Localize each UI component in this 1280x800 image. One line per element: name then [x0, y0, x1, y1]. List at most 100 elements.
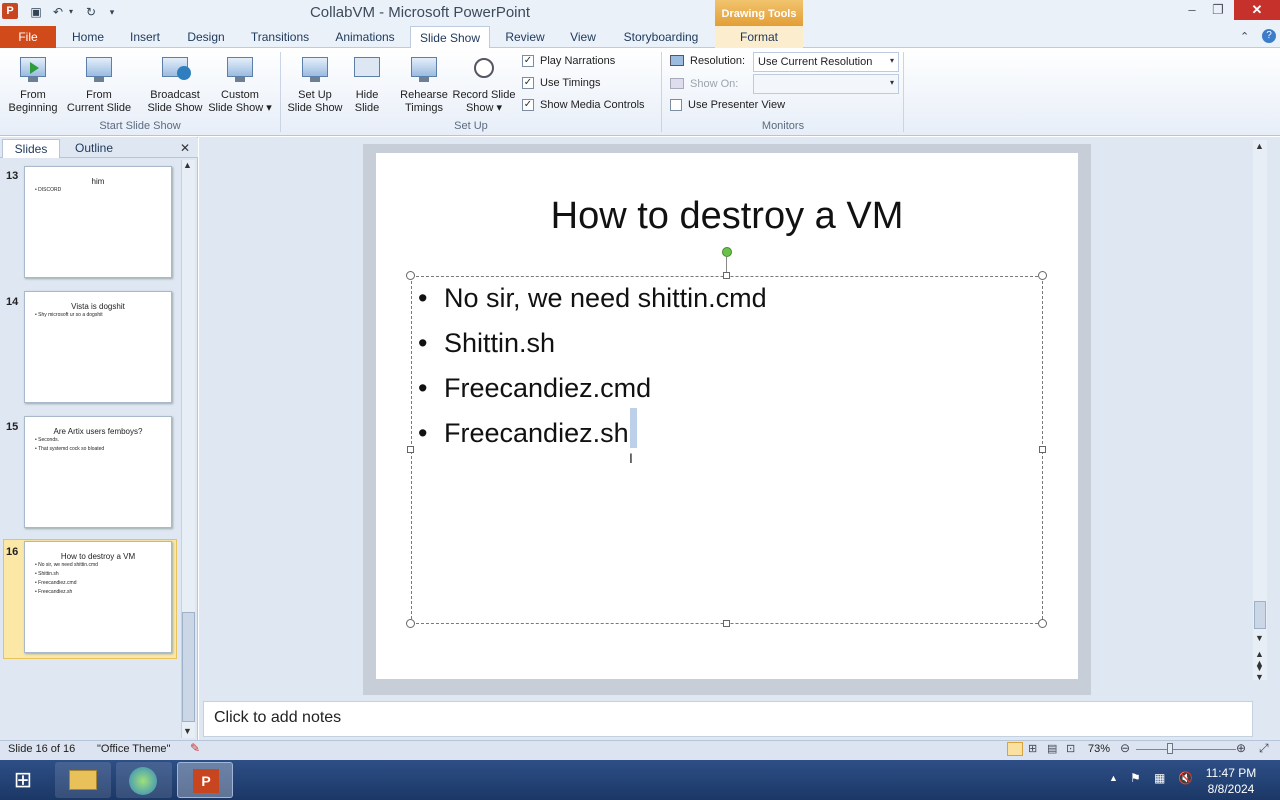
bullet-item[interactable]: • Freecandiez.sh: [418, 418, 629, 449]
slide-thumbnail-13[interactable]: him • DISCORD: [24, 166, 172, 278]
slide-thumbnail-15[interactable]: Are Artix users femboys? • Seconds. • Th…: [24, 416, 172, 528]
tab-insert[interactable]: Insert: [120, 26, 170, 48]
use-timings-checkbox[interactable]: ✓ Use Timings: [522, 77, 601, 90]
system-clock[interactable]: 11:47 PM 8/8/2024: [1196, 765, 1266, 797]
zoom-level[interactable]: 73%: [1088, 743, 1110, 755]
from-current-slide-button[interactable]: From Current Slide: [64, 52, 134, 115]
show-on-icon: [670, 78, 684, 89]
rehearse-icon: [408, 52, 440, 84]
scroll-down-icon[interactable]: ▼: [1255, 633, 1264, 643]
resolution-icon: [670, 55, 684, 66]
folder-icon: [69, 770, 97, 790]
resize-handle-bottom[interactable]: [723, 620, 730, 627]
resolution-dropdown[interactable]: Use Current Resolution ▾: [753, 52, 899, 72]
powerpoint-icon: P: [193, 769, 219, 793]
close-icon[interactable]: ✕: [1234, 0, 1280, 20]
scroll-up-icon[interactable]: ▲: [183, 160, 192, 170]
tab-slides[interactable]: Slides: [2, 139, 60, 158]
show-hidden-icons[interactable]: ▲: [1109, 773, 1118, 783]
slideshow-current-icon: [83, 52, 115, 84]
resize-handle-bottom-right[interactable]: [1038, 619, 1047, 628]
group-separator: [903, 52, 904, 132]
reading-view-icon[interactable]: ▤: [1047, 742, 1057, 755]
set-up-slide-show-button[interactable]: Set Up Slide Show: [284, 52, 346, 115]
zoom-slider-thumb[interactable]: [1167, 743, 1173, 754]
bullet-item[interactable]: • Freecandiez.cmd: [418, 373, 651, 404]
action-center-flag-icon[interactable]: ⚑: [1130, 771, 1141, 785]
setup-show-icon: [299, 52, 331, 84]
taskbar-explorer[interactable]: [55, 762, 111, 798]
restore-icon[interactable]: ❐: [1202, 0, 1234, 20]
resize-handle-top[interactable]: [723, 272, 730, 279]
custom-show-icon: [224, 52, 256, 84]
next-slide-icon[interactable]: ▼ ▼: [1255, 664, 1264, 682]
help-icon[interactable]: ?: [1262, 29, 1276, 43]
text-selection: [630, 408, 637, 448]
slide-thumbnail-14[interactable]: Vista is dogshit • Shy microsoft ur so a…: [24, 291, 172, 403]
slide-scrollbar[interactable]: [1253, 140, 1267, 680]
resize-handle-top-right[interactable]: [1038, 271, 1047, 280]
notes-pane[interactable]: Click to add notes: [203, 701, 1253, 737]
tab-view[interactable]: View: [558, 26, 608, 48]
theme-name[interactable]: "Office Theme": [97, 743, 170, 755]
record-slide-show-button[interactable]: Record Slide Show ▾: [450, 52, 518, 115]
close-pane-icon[interactable]: ✕: [180, 141, 190, 155]
group-separator: [280, 52, 281, 132]
slide-scroll-thumb[interactable]: [1254, 601, 1266, 629]
zoom-out-icon[interactable]: ⊖: [1120, 741, 1130, 755]
slide-number: 15: [6, 421, 19, 433]
show-on-dropdown[interactable]: ▾: [753, 74, 899, 94]
slides-scroll-thumb[interactable]: [182, 612, 195, 722]
scroll-up-icon[interactable]: ▲: [1255, 141, 1264, 151]
rotation-handle[interactable]: [722, 247, 732, 257]
bullet-item[interactable]: • Shittin.sh: [418, 328, 555, 359]
tab-slide-show[interactable]: Slide Show: [410, 26, 490, 49]
broadcast-icon: [159, 52, 191, 84]
resize-handle-top-left[interactable]: [406, 271, 415, 280]
group-label-start-slide-show: Start Slide Show: [99, 120, 181, 132]
taskbar-browser[interactable]: [116, 762, 172, 798]
tab-animations[interactable]: Animations: [326, 26, 404, 48]
hide-slide-button[interactable]: Hide Slide: [347, 52, 387, 115]
play-narrations-checkbox[interactable]: ✓ Play Narrations: [522, 55, 615, 68]
group-label-set-up: Set Up: [454, 120, 488, 132]
tab-file[interactable]: File: [0, 26, 56, 48]
slide-sorter-icon[interactable]: ⊞: [1028, 742, 1037, 755]
scroll-down-icon[interactable]: ▼: [183, 726, 192, 736]
from-beginning-button[interactable]: From Beginning: [4, 52, 62, 115]
slide-number: 13: [6, 170, 19, 182]
volume-muted-icon[interactable]: 🔇: [1178, 771, 1193, 785]
drawing-tools-context-label: Drawing Tools: [715, 0, 803, 27]
network-icon[interactable]: ▦: [1154, 771, 1165, 785]
taskbar-powerpoint[interactable]: P: [177, 762, 233, 798]
zoom-slider[interactable]: [1136, 749, 1236, 750]
resize-handle-left[interactable]: [407, 446, 414, 453]
fit-to-window-icon[interactable]: ⤢: [1259, 741, 1269, 756]
show-on-label: Show On:: [690, 78, 739, 90]
slide-title[interactable]: How to destroy a VM: [376, 195, 1078, 238]
tab-home[interactable]: Home: [63, 26, 113, 48]
resize-handle-bottom-left[interactable]: [406, 619, 415, 628]
tab-design[interactable]: Design: [178, 26, 234, 48]
window-title: CollabVM - Microsoft PowerPoint: [309, 4, 531, 21]
broadcast-slide-show-button[interactable]: Broadcast Slide Show: [143, 52, 207, 115]
use-presenter-view-checkbox[interactable]: Use Presenter View: [670, 99, 785, 112]
custom-slide-show-button[interactable]: Custom Slide Show ▾: [206, 52, 274, 115]
spelling-check-icon[interactable]: ✎: [190, 741, 200, 755]
tab-format[interactable]: Format: [715, 26, 803, 48]
normal-view-icon[interactable]: [1007, 742, 1023, 756]
slide-show-view-icon[interactable]: ⊡: [1066, 742, 1075, 755]
bullet-item[interactable]: • No sir, we need shittin.cmd: [418, 283, 767, 314]
tab-outline[interactable]: Outline: [62, 139, 126, 158]
slide-thumbnail-16[interactable]: How to destroy a VM • No sir, we need sh…: [24, 541, 172, 653]
zoom-in-icon[interactable]: ⊕: [1236, 741, 1246, 755]
tab-review[interactable]: Review: [498, 26, 552, 48]
collapse-ribbon-icon[interactable]: ⌃: [1240, 30, 1249, 43]
start-windows-icon[interactable]: ⊞: [8, 766, 38, 794]
tab-transitions[interactable]: Transitions: [242, 26, 318, 48]
tab-storyboarding[interactable]: Storyboarding: [614, 26, 708, 48]
slide-number: 16: [6, 546, 19, 558]
rehearse-timings-button[interactable]: Rehearse Timings: [396, 52, 452, 115]
resize-handle-right[interactable]: [1039, 446, 1046, 453]
show-media-controls-checkbox[interactable]: ✓ Show Media Controls: [522, 99, 645, 112]
